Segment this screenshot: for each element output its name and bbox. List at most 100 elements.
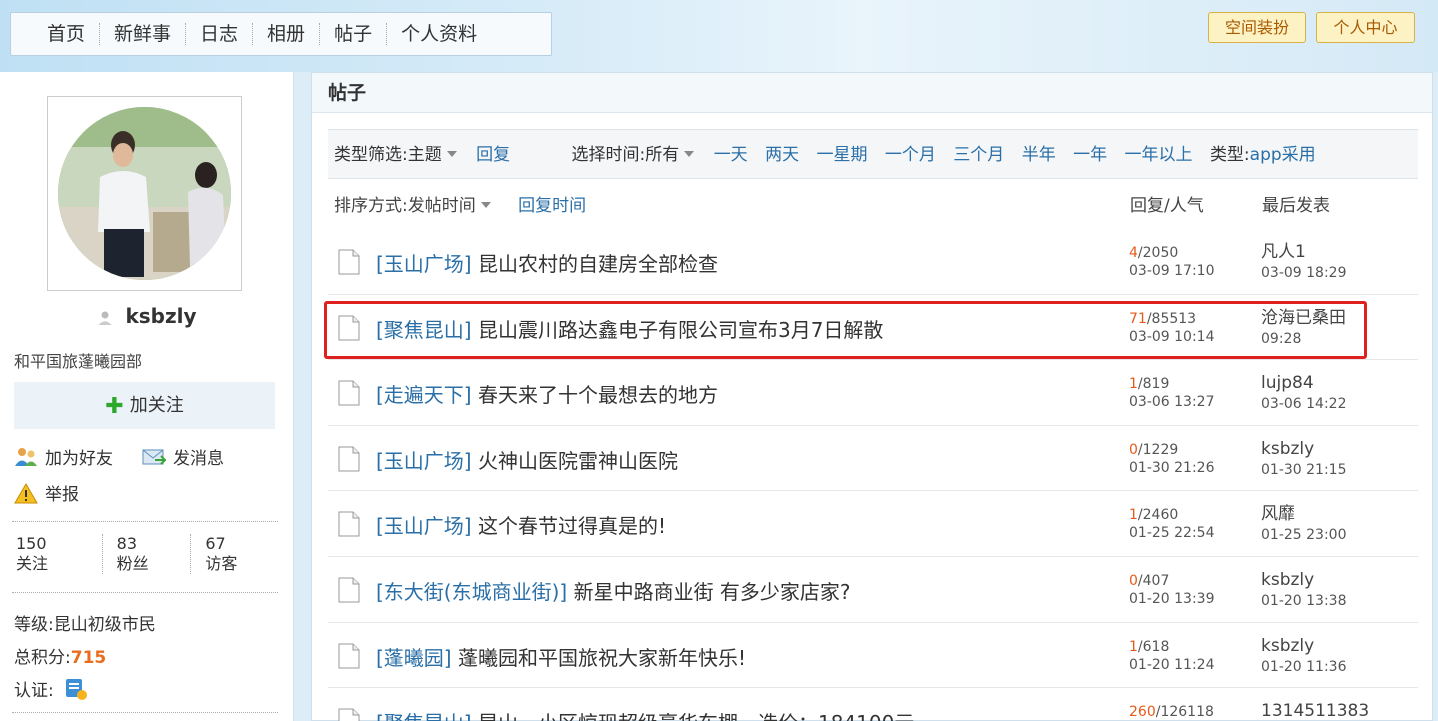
add-friend-icon (15, 447, 37, 466)
send-message-button[interactable]: 发消息 (142, 444, 224, 469)
post-title-link[interactable]: [玉山广场] 昆山农村的自建房全部检查 (376, 248, 718, 277)
view-count: /2050 (1137, 245, 1179, 261)
post-category[interactable]: [东大街(东城商业街)] (376, 580, 567, 604)
post-category[interactable]: [玉山广场] (376, 252, 472, 276)
nav-blog[interactable]: 日志 (186, 23, 254, 45)
follow-button[interactable]: ✚ 加关注 (14, 382, 275, 429)
stat-label: 关注 (16, 554, 49, 573)
sort-by-reply-link[interactable]: 回复时间 (518, 196, 586, 216)
filter-bar: 类型筛选:主题 回复 选择时间:所有 一天 两天 一星期 一个月 三个月 半年 … (328, 129, 1418, 179)
post-row: [蓬曦园] 蓬曦园和平国旅祝大家新年快乐! 1/618 01-20 11:24 k… (328, 623, 1418, 689)
nav-home[interactable]: 首页 (33, 23, 101, 45)
user-group[interactable]: 和平国旅蓬曦园部 (14, 348, 142, 372)
time-option[interactable]: 一年 (1073, 145, 1107, 165)
highlight-box (324, 301, 1367, 359)
nav-news[interactable]: 新鲜事 (100, 23, 187, 45)
sort-dropdown[interactable]: 发帖时间 (408, 196, 491, 216)
nav-posts[interactable]: 帖子 (320, 23, 388, 45)
post-title-link[interactable]: [玉山广场] 这个春节过得真是的! (376, 510, 666, 539)
add-friend-button[interactable]: 加为好友 (14, 444, 113, 469)
view-count: /819 (1137, 376, 1170, 393)
time-option[interactable]: 一天 (714, 145, 748, 165)
kind-filter-value[interactable]: app采用 (1250, 145, 1316, 165)
last-poster[interactable]: ksbzly (1261, 570, 1314, 590)
post-category[interactable]: [走遍天下] (376, 383, 472, 407)
user-center-button[interactable]: 个人中心 (1316, 12, 1415, 43)
username[interactable]: ksbzly (125, 304, 196, 328)
document-icon (338, 511, 360, 537)
post-row: [东大街(东城商业街)] 新星中路商业街 有多少家店家? 0/407 01-20 … (328, 557, 1418, 623)
reply-count: 0 (1129, 441, 1138, 458)
last-poster[interactable]: 凡人1 (1261, 242, 1306, 262)
user-icon (98, 311, 112, 325)
post-title-link[interactable]: [玉山广场] 火神山医院雷神山医院 (376, 445, 678, 474)
post-category[interactable]: [玉山广场] (376, 449, 472, 473)
last-post-info: 1314511383 (1261, 701, 1369, 721)
time-option[interactable]: 三个月 (953, 145, 1004, 165)
profile-sidebar: ksbzly 和平国旅蓬曦园部 ✚ 加关注 加为好友 发消息 举报 150 关注 … (0, 72, 294, 721)
reply-count: 260 (1129, 704, 1156, 721)
last-post-info: 凡人1 03-09 18:29 (1261, 242, 1346, 283)
time-option[interactable]: 一个月 (885, 145, 936, 165)
username-row: ksbzly (0, 304, 294, 328)
plus-icon: ✚ (105, 394, 124, 419)
last-poster[interactable]: lujp84 (1261, 373, 1314, 393)
post-time: 03-06 13:27 (1129, 394, 1215, 411)
document-icon (338, 249, 360, 275)
last-post-time: 01-30 21:15 (1261, 461, 1347, 478)
space-decor-button[interactable]: 空间装扮 (1208, 12, 1306, 43)
last-post-time: 01-20 13:38 (1261, 592, 1347, 609)
last-poster[interactable]: ksbzly (1261, 439, 1314, 459)
post-category[interactable]: [蓬曦园] (376, 646, 452, 670)
time-option[interactable]: 一星期 (817, 145, 868, 165)
report-label: 举报 (45, 485, 79, 505)
stat-value: 83 (116, 534, 137, 553)
add-friend-label: 加为好友 (45, 449, 113, 469)
type-filter-dropdown[interactable]: 主题 (408, 145, 457, 165)
post-title-link[interactable]: [聚焦昆山] 昆山一小区惊现超级豪华车棚，造价：184100元 (376, 707, 914, 721)
document-icon (338, 643, 360, 669)
post-title-link[interactable]: [走遍天下] 春天来了十个最想去的地方 (376, 379, 718, 408)
stat-value: 67 (205, 534, 226, 553)
post-stats: 1/618 01-20 11:24 (1129, 638, 1214, 674)
post-category[interactable]: [聚焦昆山] (376, 711, 472, 721)
follow-label: 加关注 (129, 395, 184, 416)
last-post-info: 风靡 01-25 23:00 (1261, 504, 1346, 545)
time-option[interactable]: 两天 (765, 145, 799, 165)
stat-fans[interactable]: 83 粉丝 (103, 534, 192, 574)
send-message-label: 发消息 (173, 449, 224, 469)
last-poster[interactable]: 风靡 (1261, 504, 1295, 524)
last-post-time: 03-09 18:29 (1261, 265, 1347, 281)
points-label: 总积分: (14, 648, 71, 668)
stat-visitors[interactable]: 67 访客 (191, 534, 280, 574)
stat-label: 访客 (205, 554, 238, 573)
time-filter-dropdown[interactable]: 所有 (645, 145, 695, 165)
avatar-frame[interactable] (47, 96, 242, 291)
post-time: 01-25 22:54 (1129, 525, 1215, 542)
post-time: 01-30 21:26 (1129, 459, 1215, 476)
dropdown-arrow-icon (446, 151, 457, 157)
post-title-link[interactable]: [蓬曦园] 蓬曦园和平国旅祝大家新年快乐! (376, 642, 746, 671)
time-filter-label: 选择时间: (571, 145, 646, 165)
reply-count: 1 (1129, 638, 1138, 655)
post-category[interactable]: [玉山广场] (376, 514, 472, 538)
nav-album[interactable]: 相册 (253, 23, 321, 45)
avatar (58, 107, 231, 280)
report-button[interactable]: 举报 (14, 480, 79, 505)
certification-icon[interactable] (64, 677, 88, 701)
post-title-link[interactable]: [东大街(东城商业街)] 新星中路商业街 有多少家店家? (376, 576, 851, 605)
last-poster[interactable]: 1314511383 (1261, 701, 1369, 721)
dropdown-arrow-icon (684, 151, 695, 157)
view-count: /618 (1137, 638, 1170, 655)
last-poster[interactable]: ksbzly (1261, 636, 1314, 656)
time-option[interactable]: 半年 (1022, 145, 1056, 165)
post-row: [玉山广场] 昆山农村的自建房全部检查 4/2050 03-09 17:10 凡人… (328, 229, 1418, 295)
posts-panel: 帖子 类型筛选:主题 回复 选择时间:所有 一天 两天 一星期 一个月 三个月 … (311, 72, 1433, 721)
type-filter-value: 主题 (407, 145, 442, 165)
filter-reply-link[interactable]: 回复 (476, 145, 510, 165)
nav-profile[interactable]: 个人资料 (387, 23, 491, 45)
document-icon (338, 708, 360, 721)
stat-following[interactable]: 150 关注 (14, 534, 103, 574)
time-option[interactable]: 一年以上 (1125, 145, 1193, 165)
points-row: 总积分:715 (14, 643, 106, 668)
